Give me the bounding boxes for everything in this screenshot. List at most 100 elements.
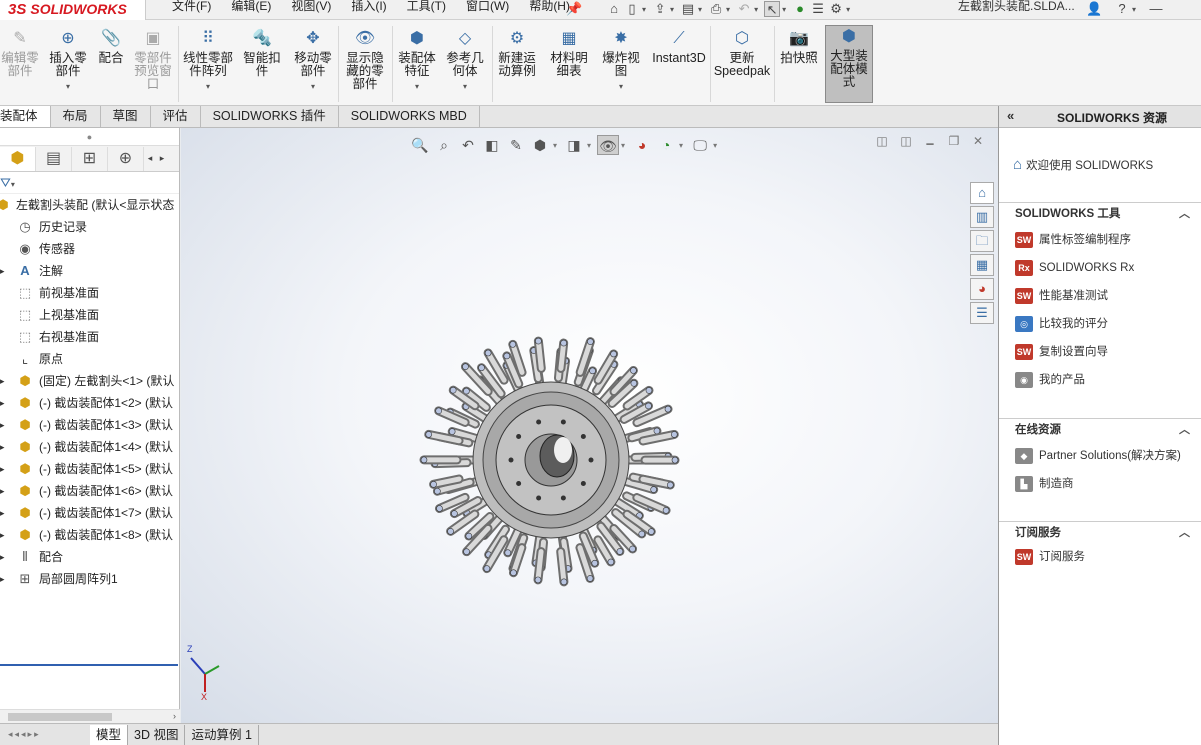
- save-icon[interactable]: ▤: [680, 1, 696, 17]
- print-icon[interactable]: ⎙: [708, 1, 724, 17]
- tree-item-mates[interactable]: ▸ ⫴ 配合: [0, 546, 179, 568]
- performance-benchmark-link[interactable]: SW 性能基准测试: [999, 282, 1201, 310]
- expand-icon[interactable]: ▸: [0, 260, 8, 282]
- my-products-link[interactable]: ◉ 我的产品: [999, 366, 1201, 394]
- dynamic-annotation-icon[interactable]: ✎: [505, 135, 527, 155]
- menu-tools[interactable]: 工具(T): [407, 0, 446, 16]
- reference-geometry-button[interactable]: ◇ 参考几 何体 ▾: [442, 28, 488, 93]
- apply-scene-icon[interactable]: ◔: [655, 135, 677, 155]
- subscription-services-link[interactable]: SW 订阅服务: [999, 543, 1201, 571]
- file-explorer-icon[interactable]: 🗀: [970, 230, 994, 252]
- new-document-icon[interactable]: ▯: [624, 1, 640, 17]
- tab-motion-study[interactable]: 运动算例 1: [185, 724, 259, 745]
- linear-pattern-button[interactable]: ⠿ 线性零部 件阵列 ▾: [180, 28, 236, 93]
- graphics-area[interactable]: 🔍 ⌕ ↶ ◧ ✎ ⬢ ▾ ◨ ▾ 👁 ▾ ◕ ◔ ▾ 🖵 ▾ ◫ ◫ 🗕 ❐ ✕ Z X: [181, 128, 998, 723]
- edit-component-button[interactable]: ✎ 编辑零 部件: [0, 28, 40, 78]
- tab-scroll-right-icon[interactable]: ▸: [156, 153, 168, 164]
- menu-help[interactable]: 帮助(H): [529, 0, 570, 16]
- partner-solutions-link[interactable]: ◆ Partner Solutions(解决方案): [999, 442, 1201, 470]
- tab-layout[interactable]: 布局: [51, 106, 101, 127]
- tree-item-component[interactable]: ▸ ⬢ (-) 截齿装配体1<7> (默认: [0, 502, 179, 524]
- solidworks-rx-link[interactable]: Rx SOLIDWORKS Rx: [999, 254, 1201, 282]
- copy-settings-wizard-link[interactable]: SW 复制设置向导: [999, 338, 1201, 366]
- home-icon[interactable]: ⌂: [606, 1, 622, 17]
- tree-item-annotations[interactable]: ▸ A 注解: [0, 260, 179, 282]
- move-component-button[interactable]: ✥ 移动零 部件 ▾: [290, 28, 336, 93]
- user-icon[interactable]: 👤: [1086, 1, 1102, 17]
- previous-view-icon[interactable]: ↶: [457, 135, 479, 155]
- update-speedpak-button[interactable]: ⬡ 更新 Speedpak: [712, 28, 772, 78]
- manufacturers-link[interactable]: ▙ 制造商: [999, 470, 1201, 498]
- tree-item-component[interactable]: ▸ ⬢ (固定) 左截割头<1> (默认: [0, 370, 179, 392]
- large-assembly-mode-button[interactable]: ⬢ 大型装 配体模 式: [825, 25, 873, 103]
- menu-edit[interactable]: 编辑(E): [231, 0, 271, 16]
- feature-tree-tab-icon[interactable]: ⬢: [0, 146, 36, 171]
- tree-item-component[interactable]: ▸ ⬢ (-) 截齿装配体1<4> (默认: [0, 436, 179, 458]
- exploded-view-button[interactable]: ✸ 爆炸视 图 ▾: [598, 28, 644, 93]
- menu-view[interactable]: 视图(V): [291, 0, 331, 16]
- tree-filter[interactable]: ⛛▾: [0, 172, 179, 194]
- horizontal-scrollbar[interactable]: ›: [0, 709, 180, 723]
- welcome-link[interactable]: ⌂ 欢迎使用 SOLIDWORKS: [1013, 156, 1153, 173]
- section-header[interactable]: SOLIDWORKS 工具 ︿: [999, 202, 1201, 222]
- tree-item-component[interactable]: ▸ ⬢ (-) 截齿装配体1<8> (默认: [0, 524, 179, 546]
- tab-assembly[interactable]: 装配体: [0, 106, 51, 127]
- tree-root-assembly[interactable]: ⬢ 左截割头装配 (默认<显示状态: [0, 194, 179, 216]
- tree-item-component[interactable]: ▸ ⬢ (-) 截齿装配体1<5> (默认: [0, 458, 179, 480]
- tile-left-icon[interactable]: ◫: [870, 134, 894, 155]
- design-library-icon[interactable]: ▥: [970, 206, 994, 228]
- menu-file[interactable]: 文件(F): [172, 0, 211, 16]
- chevron-up-icon[interactable]: ︿: [1179, 419, 1190, 441]
- zoom-to-fit-icon[interactable]: 🔍: [409, 135, 431, 155]
- tab-3d-views[interactable]: 3D 视图: [128, 724, 186, 745]
- cutting-head-model[interactable]: [413, 300, 713, 590]
- resources-home-icon[interactable]: ⌂: [970, 182, 994, 204]
- tree-item-right-plane[interactable]: ⬚ 右视基准面: [0, 326, 179, 348]
- tree-item-component[interactable]: ▸ ⬢ (-) 截齿装配体1<6> (默认: [0, 480, 179, 502]
- tab-scroll-left-icon[interactable]: ◂: [144, 153, 156, 164]
- component-preview-button[interactable]: ▣ 零部件 预览窗 口: [130, 28, 176, 91]
- doc-close-icon[interactable]: ✕: [966, 134, 990, 155]
- doc-minimize-icon[interactable]: 🗕: [918, 134, 942, 155]
- filter-icon[interactable]: ⛛: [0, 175, 11, 190]
- property-manager-tab-icon[interactable]: ▤: [36, 146, 72, 171]
- show-hidden-components-button[interactable]: 👁 显示隐 藏的零 部件: [342, 28, 388, 91]
- hide-show-items-icon[interactable]: 👁: [597, 135, 620, 155]
- insert-component-button[interactable]: ⊕ 插入零 部件 ▾: [44, 28, 92, 93]
- select-cursor-icon[interactable]: ↖: [764, 1, 781, 17]
- open-icon[interactable]: ⇪: [652, 1, 668, 17]
- bom-button[interactable]: ▦ 材料明 细表: [546, 28, 592, 78]
- minimize-icon[interactable]: —: [1148, 1, 1164, 17]
- undo-icon[interactable]: ↶: [736, 1, 752, 17]
- snapshot-button[interactable]: 📷 拍快照: [776, 28, 822, 65]
- section-header[interactable]: 在线资源 ︿: [999, 418, 1201, 438]
- menu-insert[interactable]: 插入(I): [351, 0, 386, 16]
- zoom-to-area-icon[interactable]: ⌕: [433, 135, 455, 155]
- traffic-light-icon[interactable]: ●: [792, 1, 808, 17]
- options-gear-icon[interactable]: ⚙: [828, 1, 844, 17]
- help-icon[interactable]: ?: [1114, 1, 1130, 17]
- chevron-up-icon[interactable]: ︿: [1179, 203, 1190, 225]
- tree-item-top-plane[interactable]: ⬚ 上视基准面: [0, 304, 179, 326]
- dimxpert-tab-icon[interactable]: ⊕: [108, 146, 144, 171]
- file-properties-icon[interactable]: ☰: [810, 1, 826, 17]
- edit-appearance-icon[interactable]: ◕: [631, 135, 653, 155]
- menu-window[interactable]: 窗口(W): [466, 0, 509, 16]
- tab-model[interactable]: 模型: [90, 724, 129, 745]
- view-settings-icon[interactable]: 🖵: [689, 135, 711, 155]
- mate-button[interactable]: 📎 配合: [94, 28, 128, 65]
- compare-score-link[interactable]: ◎ 比较我的评分: [999, 310, 1201, 338]
- section-view-icon[interactable]: ◧: [481, 135, 503, 155]
- view-orientation-icon[interactable]: ⬢: [529, 135, 551, 155]
- tab-sketch[interactable]: 草图: [101, 106, 151, 127]
- tree-item-sensors[interactable]: ◉ 传感器: [0, 238, 179, 260]
- view-palette-icon[interactable]: ▦: [970, 254, 994, 276]
- display-style-icon[interactable]: ◨: [563, 135, 585, 155]
- collapse-pane-icon[interactable]: «: [1007, 108, 1014, 123]
- new-motion-study-button[interactable]: ⚙ 新建运 动算例: [494, 28, 540, 78]
- scroll-right-icon[interactable]: ›: [173, 711, 176, 721]
- tree-item-origin[interactable]: ⌞ 原点: [0, 348, 179, 370]
- configuration-manager-tab-icon[interactable]: ⊞: [72, 146, 108, 171]
- pin-icon[interactable]: 📌: [566, 1, 582, 17]
- tree-item-circular-pattern[interactable]: ▸ ⊞ 局部圆周阵列1: [0, 568, 179, 590]
